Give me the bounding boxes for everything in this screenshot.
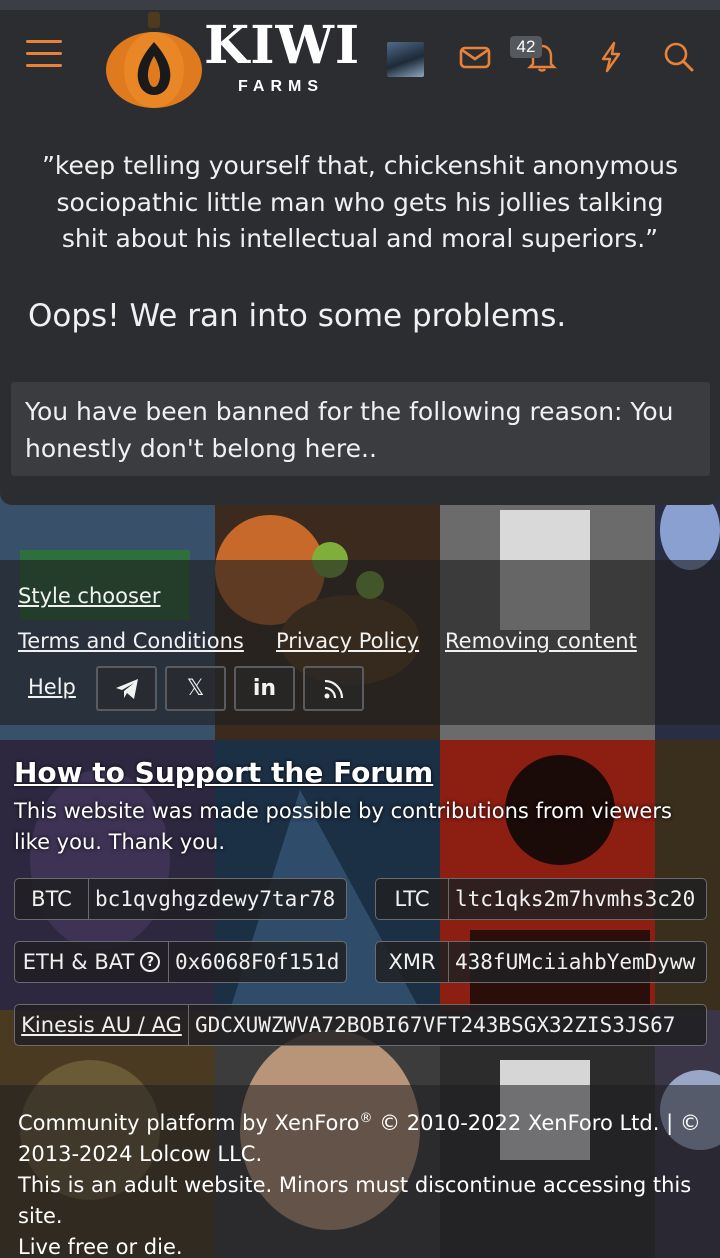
kinesis-link[interactable]: Kinesis AU / AG xyxy=(15,1005,189,1045)
inbox-button[interactable] xyxy=(458,40,492,74)
linkedin-icon: in xyxy=(252,676,277,701)
ban-message-box: You have been banned for the following r… xyxy=(11,382,710,476)
ban-message: You have been banned for the following r… xyxy=(25,397,674,463)
style-chooser-link[interactable]: Style chooser xyxy=(18,584,160,608)
xmr-address: XMR 438fUMciiahbYemDyww xyxy=(375,941,707,983)
site-logo[interactable]: KIWI FARMS xyxy=(104,12,374,112)
footer-links: Style chooser Terms and Conditions Priva… xyxy=(0,560,720,725)
alerts-count-badge: 42 xyxy=(510,36,542,58)
whats-new-button[interactable] xyxy=(594,40,628,74)
help-circle-icon[interactable]: ? xyxy=(140,952,161,972)
support-text: This website was made possible by contri… xyxy=(14,799,672,854)
xenforo-credit[interactable]: Community platform by XenForo xyxy=(18,1111,359,1135)
site-header: KIWI FARMS 42 xyxy=(0,10,720,110)
main-panel: KIWI FARMS 42 ”keep telling yourself tha… xyxy=(0,10,720,505)
registered-mark: ® xyxy=(359,1111,373,1126)
search-button[interactable] xyxy=(662,40,696,74)
rss-button[interactable] xyxy=(303,666,364,711)
removing-content-link[interactable]: Removing content xyxy=(445,629,637,653)
error-title: Oops! We ran into some problems. xyxy=(28,298,567,334)
eth-value[interactable]: 0x6068F0f151d xyxy=(169,942,346,982)
btc-address: BTC bc1qvghgzdewy7tar78 xyxy=(14,878,347,920)
menu-line xyxy=(26,64,62,67)
btc-value[interactable]: bc1qvghgzdewy7tar78 xyxy=(89,879,346,919)
copyright-section: Community platform by XenForo® © 2010-20… xyxy=(0,1085,720,1258)
x-twitter-button[interactable]: 𝕏 xyxy=(165,666,226,711)
search-icon xyxy=(664,42,694,72)
ltc-value[interactable]: ltc1qks2m7hvmhs3c20 xyxy=(449,879,706,919)
btc-label: BTC xyxy=(15,879,89,919)
x-icon: 𝕏 xyxy=(186,676,205,701)
telegram-button[interactable] xyxy=(96,666,157,711)
envelope-icon xyxy=(459,46,491,69)
terms-link[interactable]: Terms and Conditions xyxy=(18,629,244,653)
user-avatar[interactable] xyxy=(387,42,424,77)
eth-address: ETH & BAT ? 0x6068F0f151d xyxy=(14,941,347,983)
privacy-link[interactable]: Privacy Policy xyxy=(276,629,419,653)
help-link[interactable]: Help xyxy=(28,675,76,699)
xmr-label: XMR xyxy=(376,942,449,982)
top-strip xyxy=(0,0,720,10)
motto: Live free or die. xyxy=(18,1235,183,1258)
ban-quote: ”keep telling yourself that, chickenshit… xyxy=(41,151,679,253)
kinesis-address: Kinesis AU / AG GDCXUWZWVA72BOBI67VFT243… xyxy=(14,1004,707,1046)
menu-line xyxy=(26,52,62,55)
support-title-link[interactable]: How to Support the Forum xyxy=(14,756,433,789)
ltc-address: LTC ltc1qks2m7hvmhs3c20 xyxy=(375,878,707,920)
support-section: How to Support the Forum This website wa… xyxy=(0,752,720,1062)
menu-line xyxy=(26,40,62,43)
menu-button[interactable] xyxy=(26,40,62,74)
pumpkin-logo-icon xyxy=(106,12,202,108)
adult-notice: This is an adult website. Minors must di… xyxy=(18,1173,692,1228)
ltc-label: LTC xyxy=(376,879,449,919)
linkedin-button[interactable]: in xyxy=(234,666,295,711)
kinesis-value[interactable]: GDCXUWZWVA72BOBI67VFT243BSGX32ZIS3JS67 xyxy=(189,1005,706,1045)
telegram-icon xyxy=(115,678,138,699)
copyright-line: Community platform by XenForo® © 2010-20… xyxy=(18,1103,702,1170)
bolt-icon xyxy=(601,41,621,73)
logo-subtitle: FARMS xyxy=(238,78,324,95)
logo-title: KIWI xyxy=(204,15,361,76)
eth-label-text: ETH & BAT xyxy=(22,950,135,974)
eth-label: ETH & BAT ? xyxy=(15,942,169,982)
xmr-value[interactable]: 438fUMciiahbYemDyww xyxy=(449,942,706,982)
rss-icon xyxy=(324,679,343,698)
